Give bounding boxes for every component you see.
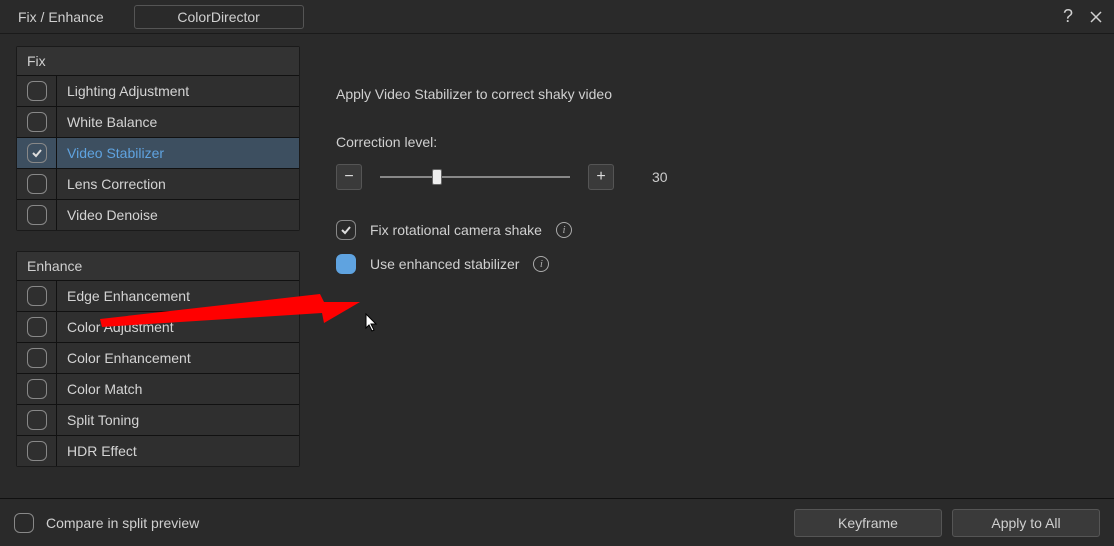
enhance-label[interactable]: Color Match: [57, 381, 299, 397]
enhance-group: Enhance Edge Enhancement Color Adjustment…: [16, 251, 300, 467]
enhance-checkbox[interactable]: [27, 441, 47, 461]
enhance-group-header: Enhance: [17, 252, 299, 280]
enhance-item[interactable]: Color Adjustment: [17, 311, 299, 342]
enhance-label[interactable]: Edge Enhancement: [57, 288, 299, 304]
fix-label[interactable]: Lens Correction: [57, 176, 299, 192]
correction-slider[interactable]: [380, 176, 570, 178]
enhance-checkbox[interactable]: [27, 379, 47, 399]
window-title: Fix / Enhance: [8, 9, 114, 25]
fix-checkbox[interactable]: [27, 81, 47, 101]
info-icon[interactable]: i: [556, 222, 572, 238]
enhance-label[interactable]: HDR Effect: [57, 443, 299, 459]
fix-label[interactable]: White Balance: [57, 114, 299, 130]
enhance-label[interactable]: Color Adjustment: [57, 319, 299, 335]
fix-group-header: Fix: [17, 47, 299, 75]
fix-item[interactable]: Video Denoise: [17, 199, 299, 230]
apply-all-button[interactable]: Apply to All: [952, 509, 1100, 537]
enhanced-stabilizer-row: Use enhanced stabilizer i: [336, 254, 1114, 274]
enhance-item[interactable]: Split Toning: [17, 404, 299, 435]
fix-label[interactable]: Lighting Adjustment: [57, 83, 299, 99]
slider-thumb[interactable]: [432, 169, 442, 185]
fix-item[interactable]: Video Stabilizer: [17, 137, 299, 168]
enhanced-stabilizer-label: Use enhanced stabilizer: [370, 256, 519, 272]
compare-checkbox[interactable]: [14, 513, 34, 533]
enhance-checkbox[interactable]: [27, 317, 47, 337]
fix-group: Fix Lighting Adjustment White Balance Vide…: [16, 46, 300, 231]
fix-item[interactable]: Lens Correction: [17, 168, 299, 199]
correction-label: Correction level:: [336, 134, 1114, 150]
fix-checkbox[interactable]: [27, 205, 47, 225]
decrement-button[interactable]: −: [336, 164, 362, 190]
colordirector-tab[interactable]: ColorDirector: [134, 5, 304, 29]
fix-label[interactable]: Video Denoise: [57, 207, 299, 223]
help-icon[interactable]: ?: [1058, 7, 1078, 27]
fix-checkbox[interactable]: [27, 112, 47, 132]
enhance-checkbox[interactable]: [27, 410, 47, 430]
enhanced-stabilizer-checkbox[interactable]: [336, 254, 356, 274]
enhance-item[interactable]: Color Match: [17, 373, 299, 404]
enhance-item[interactable]: HDR Effect: [17, 435, 299, 466]
sidebar: Fix Lighting Adjustment White Balance Vide…: [16, 46, 300, 498]
keyframe-button[interactable]: Keyframe: [794, 509, 942, 537]
titlebar: Fix / Enhance ColorDirector ?: [0, 0, 1114, 34]
correction-value: 30: [652, 169, 668, 185]
enhance-item[interactable]: Color Enhancement: [17, 342, 299, 373]
fix-checkbox[interactable]: [27, 174, 47, 194]
fix-rotational-checkbox[interactable]: [336, 220, 356, 240]
enhance-checkbox[interactable]: [27, 286, 47, 306]
enhance-label[interactable]: Color Enhancement: [57, 350, 299, 366]
fix-rotational-row: Fix rotational camera shake i: [336, 220, 1114, 240]
fix-item[interactable]: White Balance: [17, 106, 299, 137]
fix-item[interactable]: Lighting Adjustment: [17, 75, 299, 106]
info-icon[interactable]: i: [533, 256, 549, 272]
fix-label[interactable]: Video Stabilizer: [57, 145, 299, 161]
increment-button[interactable]: +: [588, 164, 614, 190]
enhance-item[interactable]: Edge Enhancement: [17, 280, 299, 311]
fix-checkbox[interactable]: [27, 143, 47, 163]
main-area: Fix Lighting Adjustment White Balance Vide…: [0, 34, 1114, 498]
close-icon[interactable]: [1086, 7, 1106, 27]
content-panel: Apply Video Stabilizer to correct shaky …: [300, 46, 1114, 498]
content-description: Apply Video Stabilizer to correct shaky …: [336, 86, 1114, 102]
enhance-label[interactable]: Split Toning: [57, 412, 299, 428]
fix-rotational-label: Fix rotational camera shake: [370, 222, 542, 238]
enhance-checkbox[interactable]: [27, 348, 47, 368]
correction-slider-row: − + 30: [336, 164, 1114, 190]
footer: Compare in split preview Keyframe Apply …: [0, 498, 1114, 546]
compare-label: Compare in split preview: [46, 515, 199, 531]
